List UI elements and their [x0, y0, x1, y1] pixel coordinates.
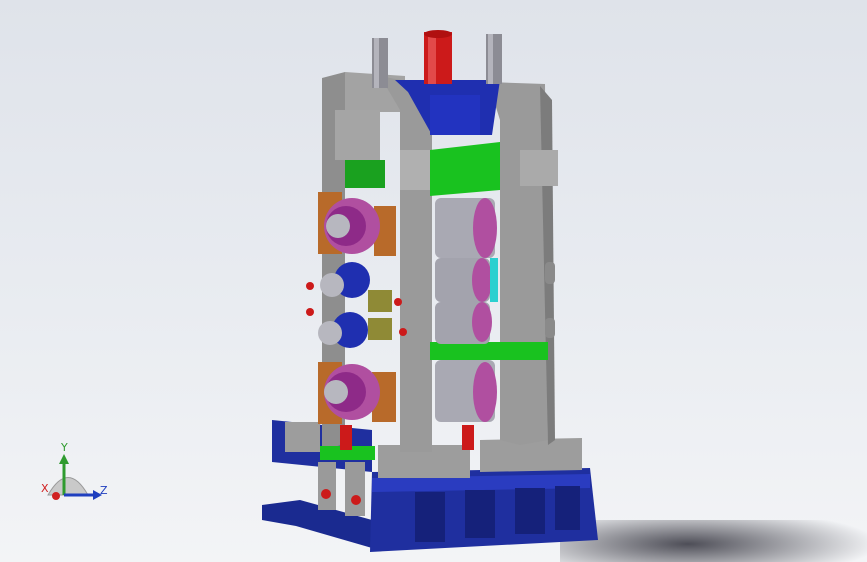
right-housing	[488, 82, 558, 445]
triad-x-label: X	[41, 482, 49, 495]
y-axis-arrowhead-icon	[59, 454, 69, 464]
x-axis-dot-icon	[52, 492, 60, 500]
triad-y-label: Y	[61, 441, 68, 454]
graphics-viewport[interactable]: Y X Z	[0, 0, 867, 562]
work-rolls	[435, 198, 498, 422]
triad-dome-icon	[47, 477, 89, 496]
rolling-mill-stand-model[interactable]	[0, 0, 867, 562]
triad-z-label: Z	[100, 484, 108, 497]
roll-chocks	[306, 192, 407, 424]
axis-triad[interactable]	[38, 440, 118, 510]
